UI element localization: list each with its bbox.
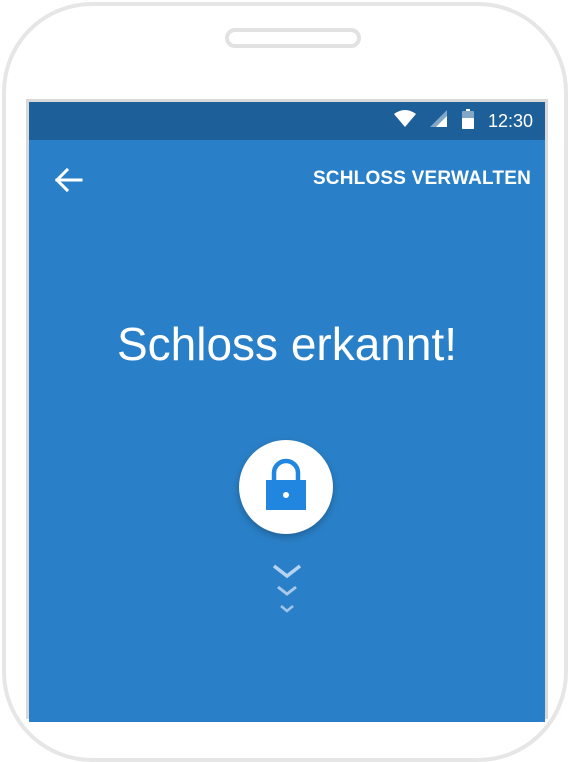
chevrons-down-icon (269, 560, 305, 620)
status-icons: 12:30 (393, 102, 533, 140)
signal-icon (429, 109, 448, 133)
speaker-grille (225, 28, 361, 48)
device-frame: 12:30 SCHLOSS VERWALTEN Schloss erkannt! (0, 0, 574, 762)
wifi-icon (393, 109, 416, 133)
lock-button[interactable] (239, 440, 333, 534)
arrow-left-icon[interactable] (51, 162, 87, 198)
status-time: 12:30 (487, 110, 533, 131)
status-bar: 12:30 (29, 102, 545, 140)
app-bar: SCHLOSS VERWALTEN (29, 140, 545, 220)
page-title: Schloss erkannt! (116, 318, 458, 370)
app-screen: 12:30 SCHLOSS VERWALTEN Schloss erkannt! (29, 102, 545, 722)
manage-lock-button[interactable]: SCHLOSS VERWALTEN (313, 168, 531, 190)
lock-icon (264, 458, 308, 517)
battery-icon (461, 108, 474, 134)
